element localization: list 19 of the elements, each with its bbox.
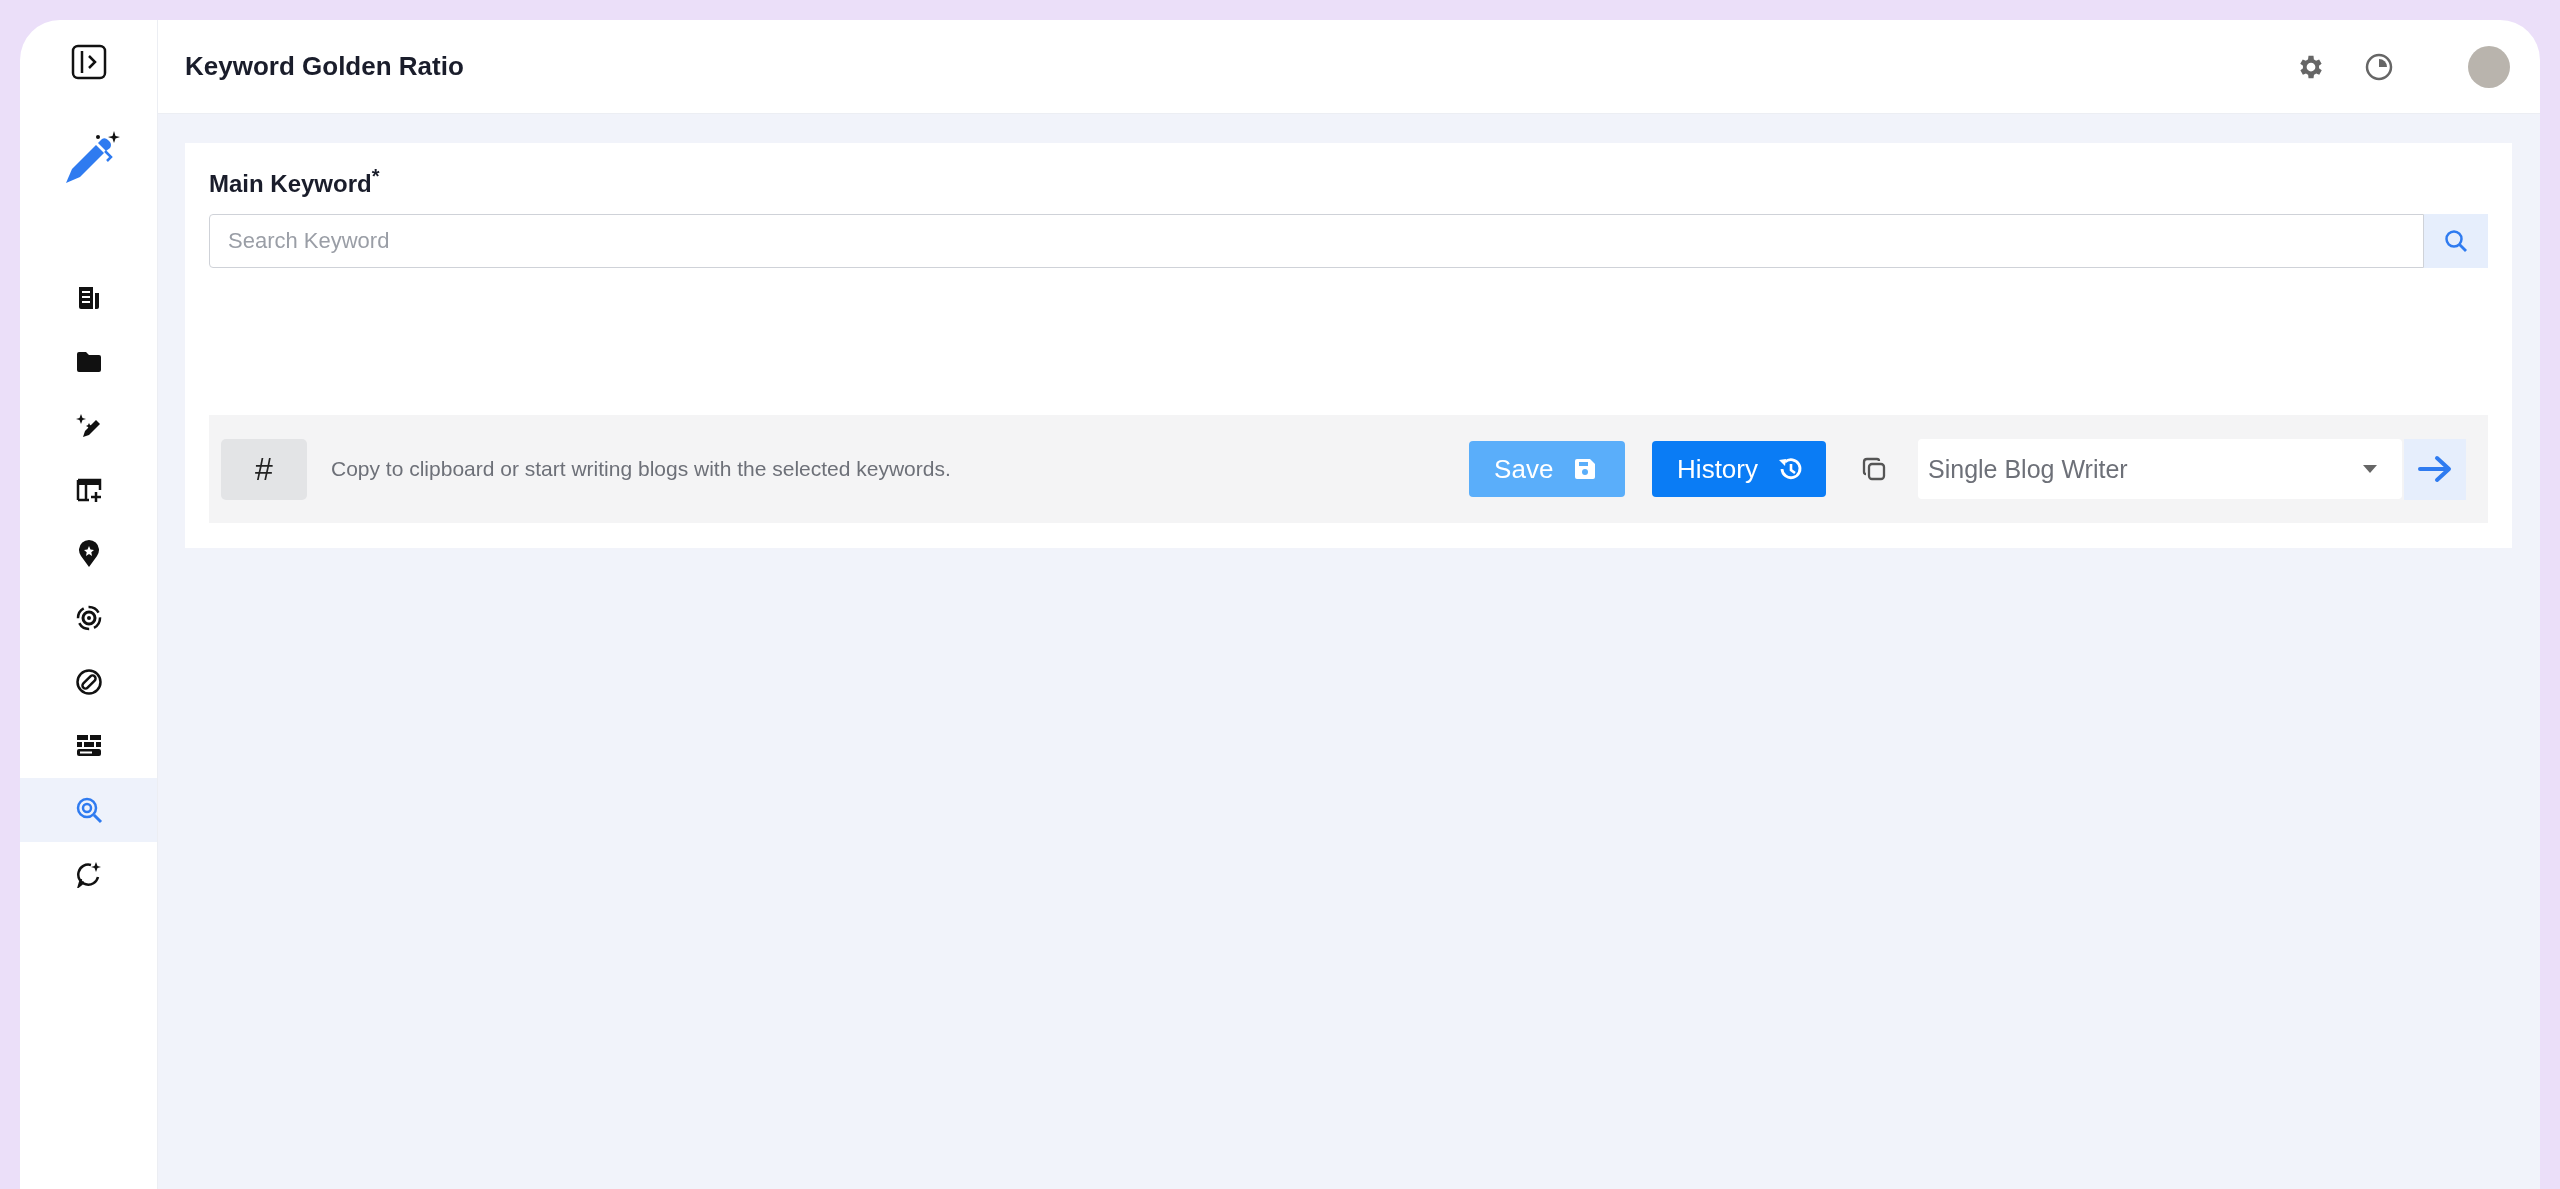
search-target-icon [74,796,103,824]
page-title: Keyword Golden Ratio [185,51,464,82]
writer-select[interactable]: Single Blog Writer [1918,439,2402,499]
copy-icon [1860,455,1888,483]
search-button[interactable] [2424,214,2488,268]
history-button[interactable]: History [1652,441,1826,497]
start-writing-button[interactable] [2404,438,2466,500]
field-label: Main Keyword$^{*}$ [209,165,381,198]
target-gear-icon [74,604,103,632]
hashtag-button[interactable]: # [221,438,307,500]
toolbar-hint: Copy to clipboard or start writing blogs with the selected keywords. [331,457,952,481]
link-icon [74,668,103,696]
search-icon [2443,228,2469,254]
sidebar-toggle-icon [70,44,107,80]
caret-down-icon [2362,464,2378,474]
keyword-search-field[interactable]: Search Keyword [209,214,2424,268]
arrow-right-icon [2417,454,2453,484]
calendar-add-icon [74,476,103,504]
pie-clock-icon [2364,51,2394,82]
